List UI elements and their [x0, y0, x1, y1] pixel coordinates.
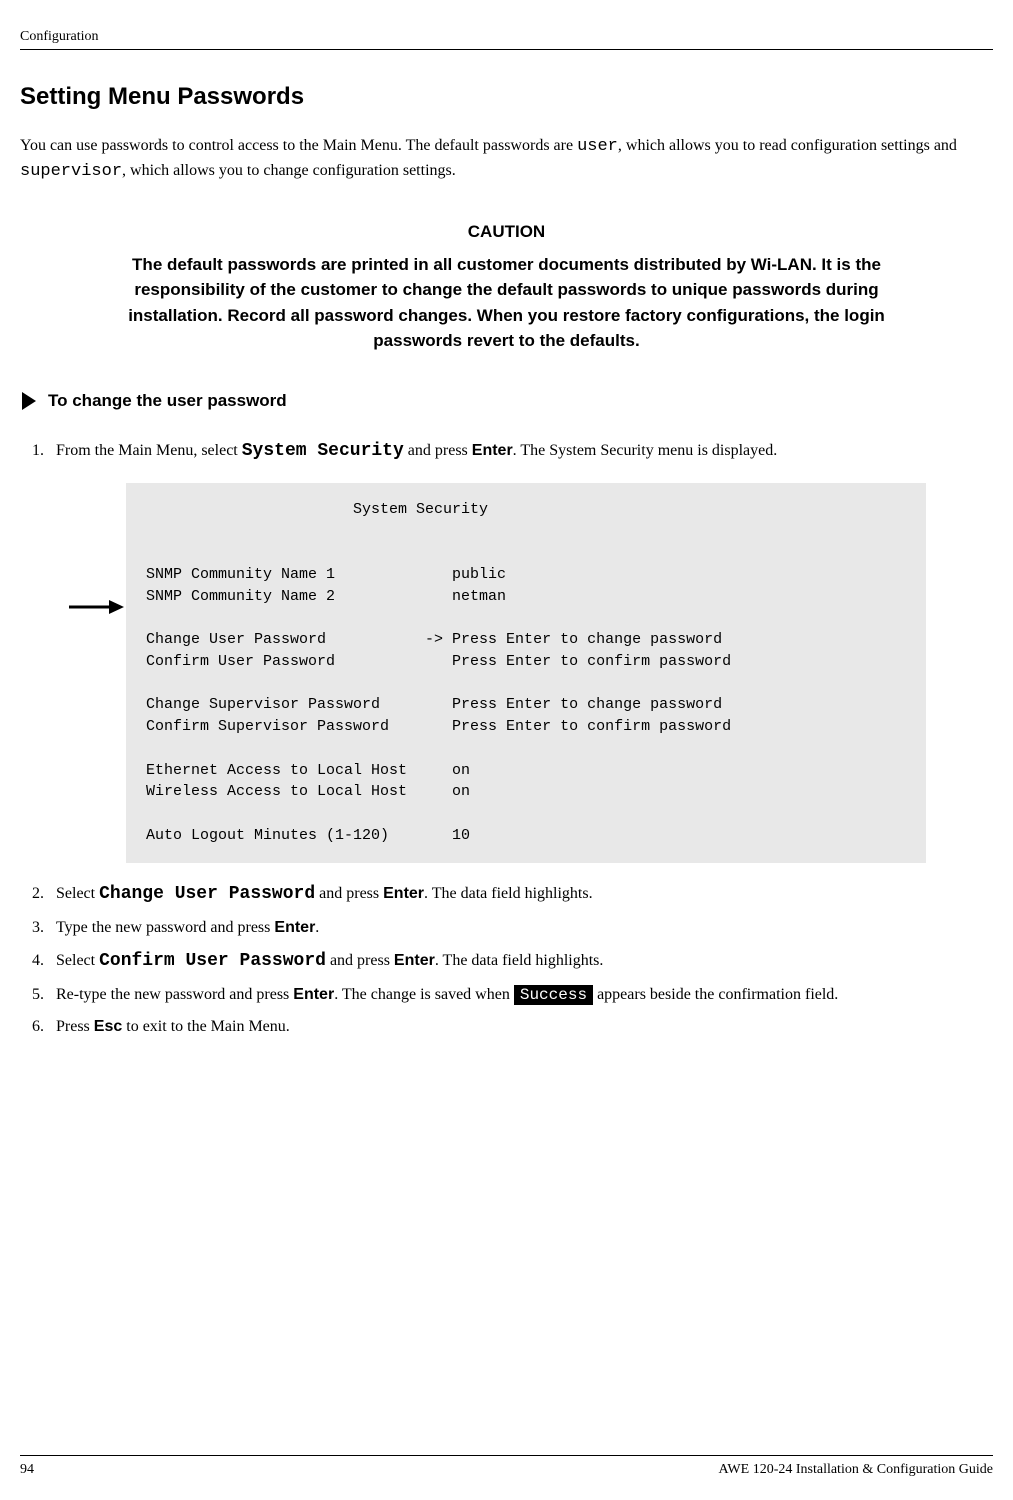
step-2-code: Change User Password	[99, 884, 315, 904]
arrow-right-icon	[20, 390, 38, 412]
page-footer: 94 AWE 120-24 Installation & Configurati…	[20, 1455, 993, 1480]
step-4-code: Confirm User Password	[99, 951, 326, 971]
enter-key: Enter	[383, 885, 424, 902]
step-2: Select Change User Password and press En…	[48, 881, 993, 908]
header-section-title: Configuration	[20, 29, 99, 44]
terminal-container: System Security SNMP Community Name 1 pu…	[126, 483, 993, 863]
page-title: Setting Menu Passwords	[20, 80, 993, 114]
step-1: From the Main Menu, select System Securi…	[48, 438, 993, 863]
success-badge: Success	[514, 985, 593, 1005]
enter-key: Enter	[293, 986, 334, 1003]
caution-block: CAUTION The default passwords are printe…	[117, 220, 897, 354]
intro-code-user: user	[577, 137, 618, 156]
step-6: Press Esc to exit to the Main Menu.	[48, 1015, 993, 1039]
enter-key: Enter	[394, 952, 435, 969]
intro-text-2: , which allows you to read configuration…	[618, 137, 957, 154]
arrow-pointer-icon	[69, 599, 124, 615]
enter-key: Enter	[274, 919, 315, 936]
page-header: Configuration	[20, 25, 993, 50]
step-1-code: System Security	[242, 441, 404, 461]
step-3: Type the new password and press Enter.	[48, 916, 993, 940]
caution-text: The default passwords are printed in all…	[117, 252, 897, 354]
esc-key: Esc	[94, 1018, 122, 1035]
procedure-heading: To change the user password	[20, 389, 993, 413]
guide-title: AWE 120-24 Installation & Configuration …	[718, 1460, 993, 1480]
intro-code-supervisor: supervisor	[20, 162, 122, 181]
procedure-list: From the Main Menu, select System Securi…	[20, 438, 993, 1039]
step-4: Select Confirm User Password and press E…	[48, 948, 993, 975]
enter-key: Enter	[472, 442, 513, 459]
intro-text-3: , which allows you to change configurati…	[122, 162, 456, 179]
step-5: Re-type the new password and press Enter…	[48, 983, 993, 1007]
procedure-heading-text: To change the user password	[48, 389, 287, 413]
system-security-terminal: System Security SNMP Community Name 1 pu…	[126, 483, 926, 863]
intro-paragraph: You can use passwords to control access …	[20, 134, 993, 185]
intro-text-1: You can use passwords to control access …	[20, 137, 577, 154]
page-number: 94	[20, 1460, 34, 1480]
caution-title: CAUTION	[117, 220, 897, 244]
